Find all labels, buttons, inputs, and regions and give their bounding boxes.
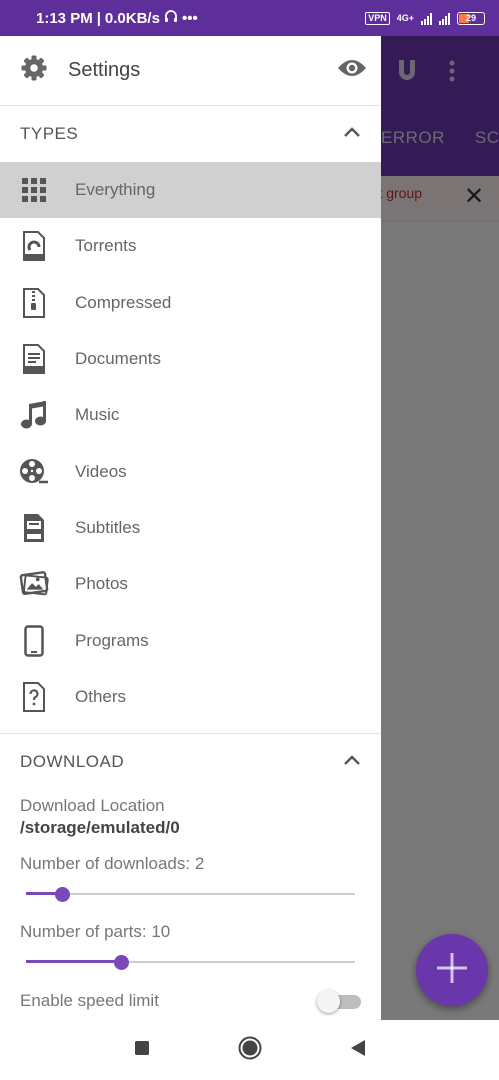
subtitle-file-icon	[19, 511, 49, 545]
grid-icon	[19, 173, 49, 207]
type-item-label: Photos	[75, 574, 128, 594]
navigation-drawer: Settings TYPES Everything Torrents Compr…	[0, 36, 381, 1020]
eye-icon[interactable]	[337, 58, 367, 83]
status-speed: 0.0KB/s	[104, 9, 160, 27]
photos-icon	[19, 567, 49, 601]
type-item-label: Everything	[75, 180, 156, 200]
recents-square-icon[interactable]	[134, 1040, 150, 1061]
question-file-icon	[19, 680, 49, 714]
type-item-label: Subtitles	[75, 517, 141, 537]
network-type: 4G+	[396, 13, 414, 23]
type-item-label: Videos	[75, 461, 127, 481]
home-circle-icon[interactable]	[238, 1036, 262, 1065]
music-note-icon	[19, 398, 49, 432]
zip-file-icon	[19, 286, 49, 320]
speed-limit-label: Enable speed limit	[20, 990, 159, 1010]
type-item-label: Programs	[75, 630, 149, 650]
parts-count-slider[interactable]	[26, 952, 355, 972]
doc-file-icon	[19, 342, 49, 376]
type-item-videos[interactable]: Videos	[0, 443, 381, 499]
drawer-title: Settings	[68, 59, 141, 81]
type-item-programs[interactable]: Programs	[0, 612, 381, 668]
battery-icon: 29	[457, 11, 485, 25]
speed-limit-setting: Enable speed limit	[20, 989, 363, 1013]
download-section-header[interactable]: DOWNLOAD	[0, 734, 381, 790]
film-reel-icon	[19, 455, 49, 489]
parts-count-label: Number of parts: 10	[20, 921, 171, 941]
headphones-icon	[164, 9, 178, 27]
system-nav-bar	[0, 1020, 499, 1080]
type-item-photos[interactable]: Photos	[0, 556, 381, 612]
type-item-others[interactable]: Others	[0, 669, 381, 725]
drawer-header[interactable]: Settings	[0, 36, 381, 106]
types-section-title: TYPES	[20, 124, 79, 143]
torrent-file-icon	[19, 229, 49, 263]
type-item-label: Documents	[75, 349, 161, 369]
types-section-header[interactable]: TYPES	[0, 106, 381, 162]
slider-thumb[interactable]	[55, 886, 71, 902]
signal-icon	[421, 12, 432, 25]
status-time: 1:13 PM	[36, 9, 93, 27]
type-item-music[interactable]: Music	[0, 387, 381, 443]
types-list: Everything Torrents Compressed Documents…	[0, 162, 381, 725]
type-item-documents[interactable]: Documents	[0, 331, 381, 387]
download-settings: Download Location /storage/emulated/0 Nu…	[0, 796, 381, 1013]
type-item-label: Music	[75, 405, 120, 425]
download-section-title: DOWNLOAD	[20, 751, 125, 771]
chevron-up-icon[interactable]	[343, 125, 361, 143]
signal-icon-2	[439, 12, 450, 25]
status-dots: •••	[181, 9, 198, 27]
add-download-button[interactable]	[416, 934, 488, 1006]
slider-thumb[interactable]	[114, 954, 130, 970]
download-location-setting[interactable]: Download Location /storage/emulated/0	[20, 796, 361, 838]
plus-icon	[435, 951, 469, 990]
download-location-value: /storage/emulated/0	[20, 817, 180, 837]
back-triangle-icon[interactable]	[350, 1039, 366, 1062]
status-bar: 1:13 PM | 0.0KB/s ••• VPN 4G+ 29	[0, 0, 499, 36]
type-item-compressed[interactable]: Compressed	[0, 275, 381, 331]
downloads-count-slider[interactable]	[26, 884, 355, 904]
type-item-label: Others	[75, 686, 127, 706]
phone-icon	[19, 624, 49, 658]
download-location-label: Download Location	[20, 795, 165, 815]
speed-limit-toggle[interactable]	[317, 989, 363, 1013]
type-item-label: Torrents	[75, 236, 137, 256]
type-item-subtitles[interactable]: Subtitles	[0, 500, 381, 556]
chevron-up-icon[interactable]	[343, 753, 361, 771]
type-item-label: Compressed	[75, 292, 172, 312]
battery-level: 29	[465, 13, 476, 23]
status-separator: |	[96, 9, 101, 27]
type-item-everything[interactable]: Everything	[0, 162, 381, 219]
type-item-torrents[interactable]: Torrents	[0, 218, 381, 274]
gear-icon	[20, 54, 48, 87]
vpn-badge: VPN	[365, 11, 390, 25]
downloads-count-label: Number of downloads: 2	[20, 853, 205, 873]
